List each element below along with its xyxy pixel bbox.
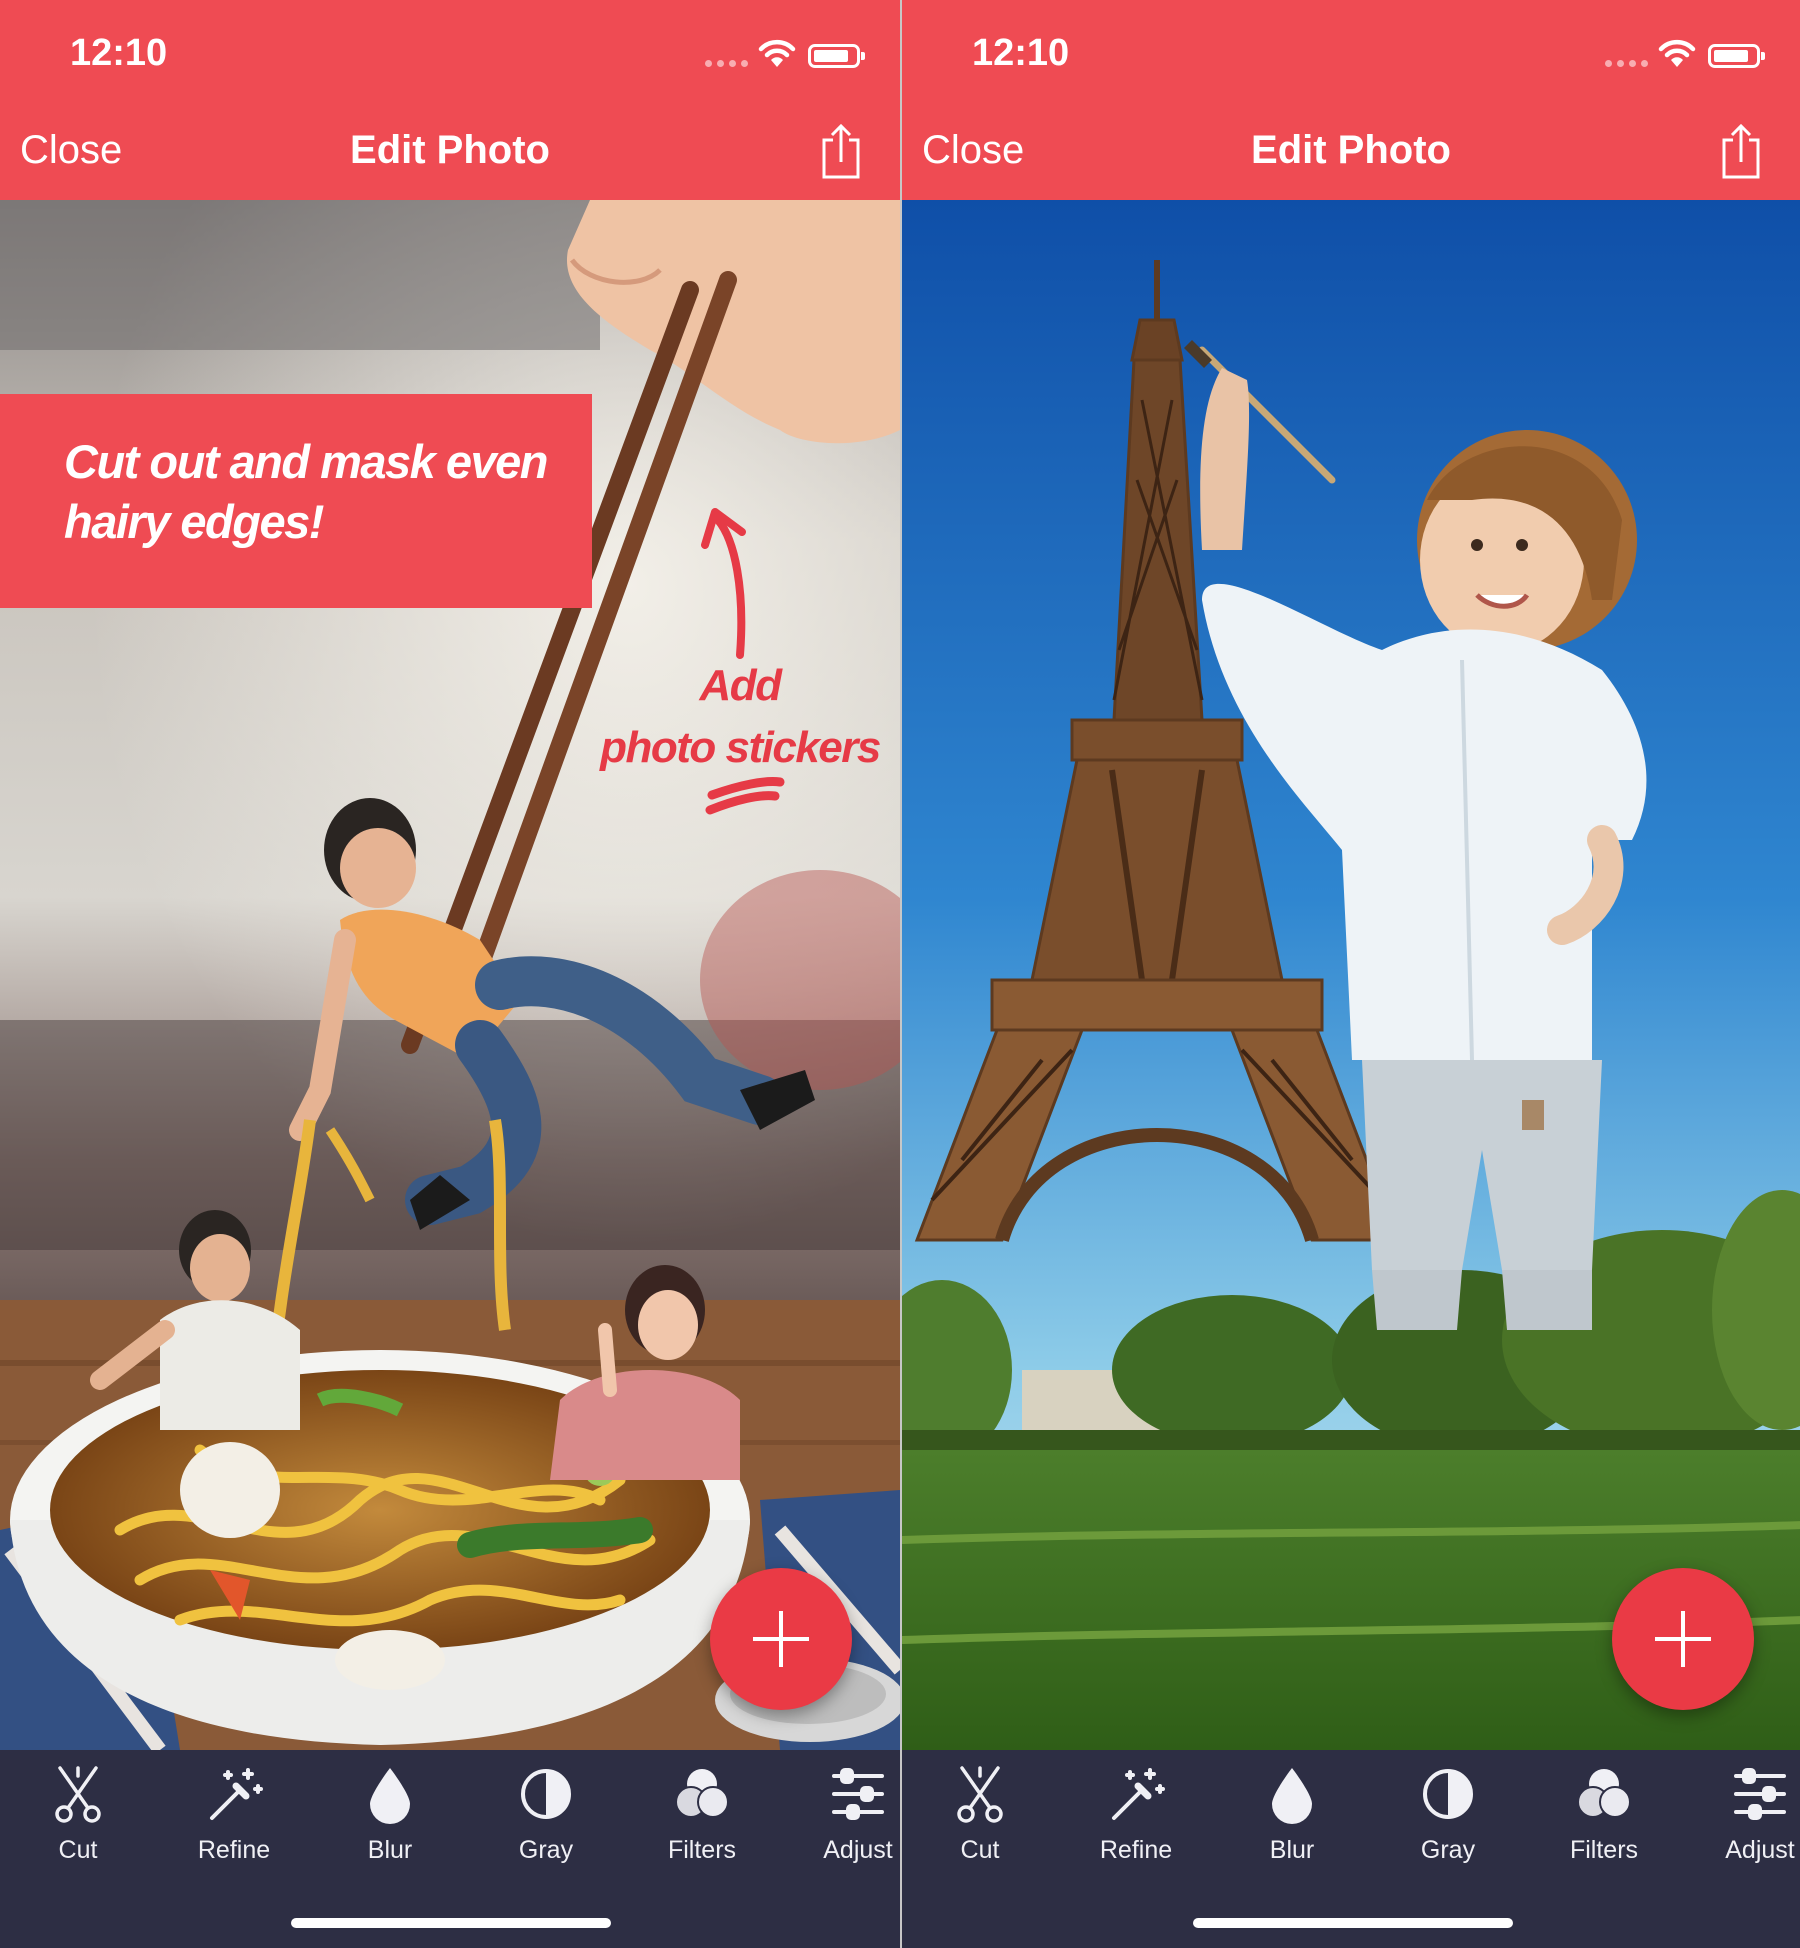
cellular-signal-icon bbox=[705, 60, 748, 67]
tool-label: Blur bbox=[367, 1836, 413, 1864]
navigation-bar: 12:10 Close Edit Photo bbox=[0, 0, 900, 200]
tool-label: Cut bbox=[58, 1836, 98, 1864]
battery-icon bbox=[1708, 44, 1765, 68]
promo-line: Cut out and mask even bbox=[64, 435, 549, 488]
filters-tool-button[interactable]: Filters bbox=[1544, 1764, 1664, 1884]
close-button[interactable]: Close bbox=[20, 128, 122, 173]
tool-label: Refine bbox=[197, 1836, 271, 1864]
cut-tool-button[interactable]: Cut bbox=[18, 1764, 138, 1884]
tool-label: Adjust bbox=[823, 1836, 893, 1864]
tool-label: Blur bbox=[1269, 1836, 1315, 1864]
drop-icon bbox=[1272, 1768, 1312, 1824]
filters-tool-button[interactable]: Filters bbox=[642, 1764, 762, 1884]
eiffel-tower-photo bbox=[902, 200, 1800, 1750]
callout-line: Add bbox=[699, 661, 782, 710]
adjust-tool-button[interactable]: Adjust bbox=[1700, 1764, 1800, 1884]
app-screenshots: 12:10 Close Edit Photo Cut out and mask … bbox=[0, 0, 1800, 1948]
navigation-bar: 12:10 Close Edit Photo bbox=[902, 0, 1800, 200]
refine-tool-button[interactable]: Refine bbox=[174, 1764, 294, 1884]
drop-icon bbox=[370, 1768, 410, 1824]
close-button[interactable]: Close bbox=[922, 128, 1024, 173]
add-sticker-button[interactable] bbox=[710, 1568, 852, 1710]
home-indicator[interactable] bbox=[291, 1918, 611, 1928]
share-icon[interactable] bbox=[1720, 122, 1762, 180]
filters-icon bbox=[675, 1769, 729, 1818]
editing-toolbar: Cut Refine Blur Gray Filters Adjust bbox=[0, 1750, 900, 1948]
page-title: Edit Photo bbox=[350, 128, 550, 172]
half-circle-icon bbox=[521, 1769, 571, 1819]
promo-line: hairy edges! bbox=[64, 495, 324, 548]
tool-label: Filters bbox=[667, 1836, 737, 1864]
cellular-signal-icon bbox=[1605, 60, 1648, 67]
status-time: 12:10 bbox=[972, 32, 1070, 74]
battery-icon bbox=[808, 44, 865, 68]
scissors-icon bbox=[55, 1766, 101, 1823]
blur-tool-button[interactable]: Blur bbox=[1232, 1764, 1352, 1884]
sliders-icon bbox=[832, 1768, 884, 1820]
status-time: 12:10 bbox=[70, 32, 168, 74]
photo-canvas[interactable]: Cut out and mask even hairy edges! Add p… bbox=[0, 200, 900, 1750]
editing-toolbar: Cut Refine Blur Gray Filters Adjust bbox=[902, 1750, 1800, 1948]
magic-wand-icon bbox=[1112, 1768, 1165, 1820]
tool-label: Cut bbox=[960, 1836, 1000, 1864]
cut-tool-button[interactable]: Cut bbox=[920, 1764, 1040, 1884]
scissors-icon bbox=[957, 1766, 1003, 1823]
add-sticker-button[interactable] bbox=[1612, 1568, 1754, 1710]
wifi-icon bbox=[758, 39, 796, 67]
wifi-icon bbox=[1658, 39, 1696, 67]
phone-screen-left: 12:10 Close Edit Photo Cut out and mask … bbox=[0, 0, 900, 1948]
gray-tool-button[interactable]: Gray bbox=[486, 1764, 606, 1884]
sliders-icon bbox=[1734, 1768, 1786, 1820]
magic-wand-icon bbox=[210, 1768, 263, 1820]
blur-tool-button[interactable]: Blur bbox=[330, 1764, 450, 1884]
tool-label: Filters bbox=[1569, 1836, 1639, 1864]
home-indicator[interactable] bbox=[1193, 1918, 1513, 1928]
gray-tool-button[interactable]: Gray bbox=[1388, 1764, 1508, 1884]
half-circle-icon bbox=[1423, 1769, 1473, 1819]
tool-label: Gray bbox=[518, 1836, 574, 1864]
refine-tool-button[interactable]: Refine bbox=[1076, 1764, 1196, 1884]
photo-canvas[interactable] bbox=[902, 200, 1800, 1750]
tool-label: Adjust bbox=[1725, 1836, 1795, 1864]
tool-label: Gray bbox=[1420, 1836, 1476, 1864]
callout-line: photo stickers bbox=[600, 723, 881, 772]
promo-banner: Cut out and mask even hairy edges! bbox=[0, 394, 592, 608]
adjust-tool-button[interactable]: Adjust bbox=[798, 1764, 900, 1884]
share-icon[interactable] bbox=[820, 122, 862, 180]
page-title: Edit Photo bbox=[1251, 128, 1451, 172]
sticker-callout: Add photo stickers bbox=[590, 655, 890, 779]
filters-icon bbox=[1577, 1769, 1631, 1818]
phone-screen-right: 12:10 Close Edit Photo Cut Refine Blur G… bbox=[900, 0, 1800, 1948]
tool-label: Refine bbox=[1099, 1836, 1173, 1864]
